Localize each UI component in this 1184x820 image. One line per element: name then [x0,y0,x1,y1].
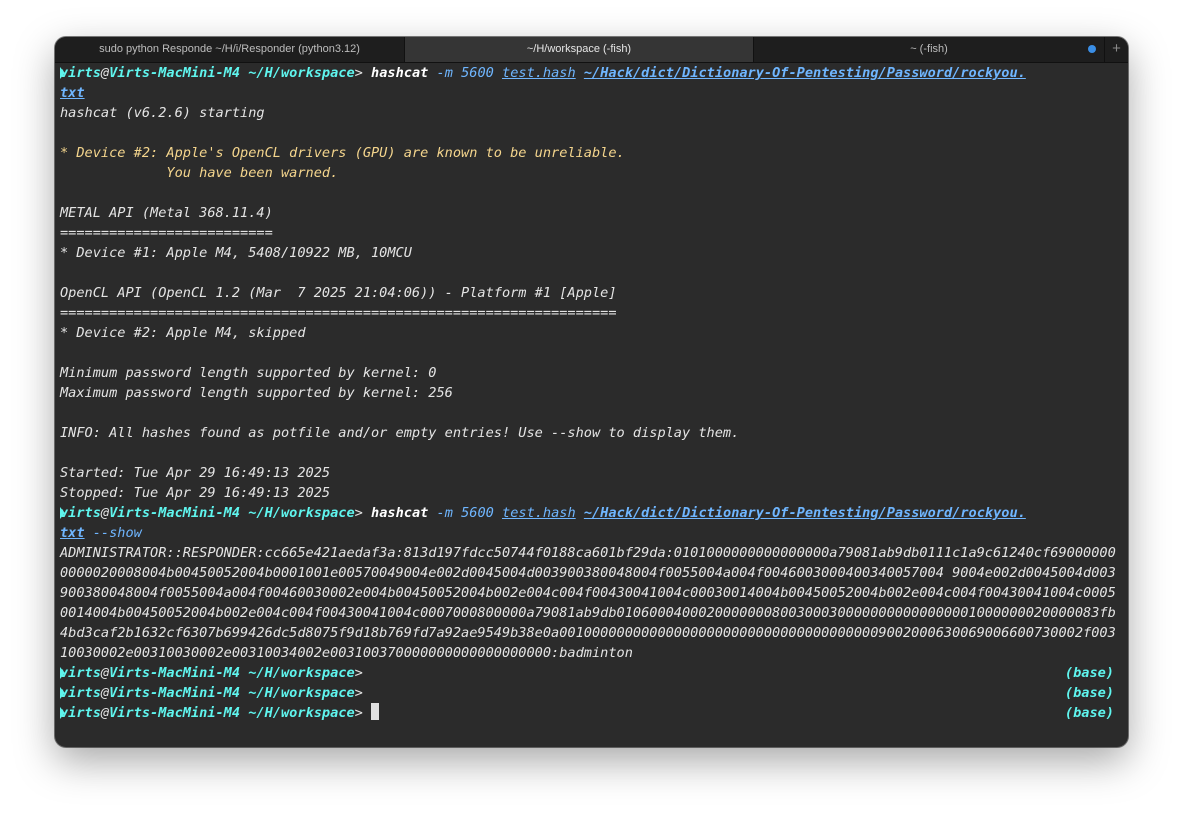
output-line: Minimum password length supported by ker… [60,365,437,381]
output-line: ========================================… [60,305,617,321]
prompt-at: @ [100,685,110,701]
command-show-flag: --show [92,525,142,541]
warning-line: * Device #2: Apple's OpenCL drivers (GPU… [60,145,625,161]
prompt-user: virts [60,685,101,701]
output-line: hashcat (v6.2.6) starting [60,105,265,121]
output-line: OpenCL API (OpenCL 1.2 (Mar 7 2025 21:04… [60,285,617,301]
prompt-line: virts@Virts-MacMini-M4 ~/H/workspace> (ba… [60,683,1122,703]
activity-dot-icon [1088,45,1096,53]
output-line: INFO: All hashes found as potfile and/or… [60,425,740,441]
prompt-symbol: > [354,505,363,521]
terminal-output[interactable]: virts@Virts-MacMini-M4 ~/H/workspace> ha… [60,63,1122,723]
tab-workspace[interactable]: ~/H/workspace (-fish) [405,37,754,62]
prompt-user: virts [60,505,101,521]
command-mode: 5600 [461,65,494,81]
terminal-window: sudo python Responde ~/H/i/Responder (py… [55,37,1128,747]
prompt-path: ~/H/workspace [248,705,355,721]
prompt-path: ~/H/workspace [248,505,355,521]
prompt-host: Virts-MacMini-M4 [109,685,241,701]
output-line: METAL API (Metal 368.11.4) [60,205,273,221]
command-flag: -m [436,65,453,81]
env-badge: (base) [1064,685,1114,701]
env-badge: (base) [1064,705,1114,721]
command-wordlist: ~/Hack/dict/Dictionary-Of-Pentesting/Pas… [583,65,1026,81]
output-line: * Device #2: Apple M4, skipped [60,325,306,341]
prompt-caret-icon [60,667,65,679]
prompt-caret-icon [60,687,65,699]
command-file: test.hash [502,505,576,521]
prompt-at: @ [100,505,110,521]
prompt-line: virts@Virts-MacMini-M4 ~/H/workspace> ha… [60,63,1122,83]
output-line: Started: Tue Apr 29 16:49:13 2025 [60,465,331,481]
active-prompt-line[interactable]: virts@Virts-MacMini-M4 ~/H/workspace> (b… [60,703,1122,723]
prompt-user: virts [60,65,101,81]
text-cursor[interactable] [371,703,380,720]
prompt-host: Virts-MacMini-M4 [109,665,241,681]
command-bin: hashcat [371,505,429,521]
prompt-line: virts@Virts-MacMini-M4 ~/H/workspace> (ba… [60,663,1122,683]
command-flag: -m [436,505,453,521]
prompt-caret-icon [60,507,65,519]
command-wordlist-cont: txt [60,85,85,101]
prompt-user: virts [60,665,101,681]
prompt-host: Virts-MacMini-M4 [109,505,241,521]
command-wrap-line: txt --show [60,523,1122,543]
prompt-caret-icon [60,67,65,79]
prompt-user: virts [60,705,101,721]
output-line: Stopped: Tue Apr 29 16:49:13 2025 [60,485,331,501]
prompt-symbol: > [354,65,363,81]
output-line: * Device #1: Apple M4, 5408/10922 MB, 10… [60,245,412,261]
output-line: Maximum password length supported by ker… [60,385,453,401]
output-line: ========================== [60,225,273,241]
tab-bar: sudo python Responde ~/H/i/Responder (py… [55,37,1128,63]
command-wrap-line: txt [60,83,1122,103]
prompt-symbol: > [354,685,363,701]
command-wordlist-cont: txt [60,525,85,541]
command-mode: 5600 [461,505,494,521]
prompt-path: ~/H/workspace [248,685,355,701]
prompt-line: virts@Virts-MacMini-M4 ~/H/workspace> ha… [60,503,1122,523]
prompt-caret-icon [60,707,65,719]
tab-home[interactable]: ~ (-fish) [754,37,1105,62]
env-badge: (base) [1064,665,1114,681]
cracked-hash-output: ADMINISTRATOR::RESPONDER:cc665e421aedaf3… [60,545,1116,661]
new-tab-icon[interactable]: + [1104,37,1128,62]
tab-home-label: ~ (-fish) [910,43,948,55]
command-wordlist: ~/Hack/dict/Dictionary-Of-Pentesting/Pas… [583,505,1026,521]
prompt-host: Virts-MacMini-M4 [109,705,241,721]
prompt-at: @ [100,65,110,81]
prompt-at: @ [100,705,110,721]
prompt-symbol: > [354,705,363,721]
command-bin: hashcat [371,65,429,81]
prompt-host: Virts-MacMini-M4 [109,65,241,81]
prompt-path: ~/H/workspace [248,665,355,681]
prompt-path: ~/H/workspace [248,65,355,81]
tab-responder[interactable]: sudo python Responde ~/H/i/Responder (py… [55,37,405,62]
prompt-at: @ [100,665,110,681]
command-file: test.hash [502,65,576,81]
prompt-symbol: > [354,665,363,681]
warning-line: You have been warned. [60,165,339,181]
